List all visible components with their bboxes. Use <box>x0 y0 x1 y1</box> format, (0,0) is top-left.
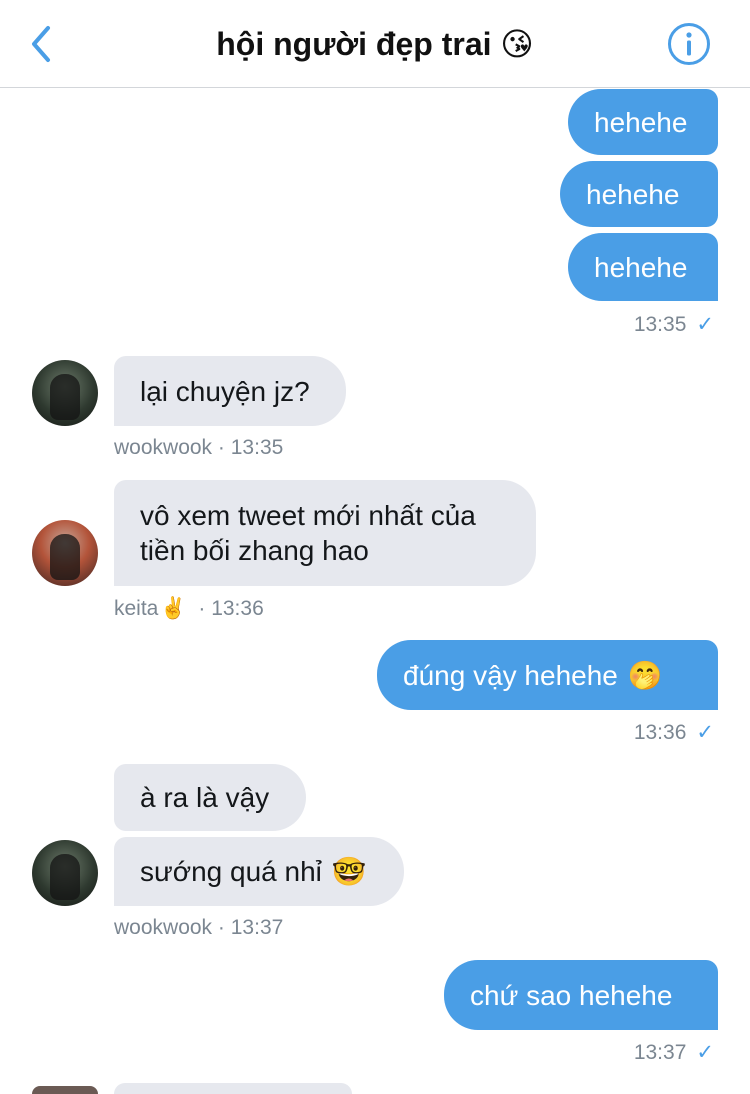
message-timestamp: 13:36 ✓ <box>634 720 714 746</box>
message-text: vô xem tweet mới nhất của tiền bối zhang… <box>140 500 476 566</box>
read-check-icon: ✓ <box>696 313 714 336</box>
time-text: 13:35 <box>633 313 687 336</box>
time-text: 13:35 <box>230 436 284 459</box>
message-text: à ra là vậy <box>140 782 270 813</box>
sent-message[interactable]: đúng vậy hehehe 🤭 <box>377 640 718 710</box>
title-emoji: 😘 <box>500 25 534 63</box>
avatar[interactable] <box>32 520 98 586</box>
sent-message[interactable]: chứ sao hehehe <box>444 960 718 1030</box>
read-check-icon: ✓ <box>696 721 714 744</box>
sender-name: wookwook <box>114 436 213 459</box>
received-message[interactable]: lại chuyện jz? <box>114 356 346 426</box>
message-timestamp: 13:37 ✓ <box>634 1040 714 1066</box>
message-timestamp: 13:35 ✓ <box>634 312 714 338</box>
message-text: hehehe <box>586 178 680 210</box>
message-sender-time: wookwook · 13:37 <box>114 915 283 941</box>
avatar[interactable] <box>32 840 98 906</box>
sent-message[interactable]: hehehe <box>560 161 718 227</box>
back-button[interactable] <box>22 22 62 66</box>
message-text: lại chuyện jz? <box>140 375 310 407</box>
title-text: hội người đẹp trai <box>216 26 492 62</box>
message-text: chứ sao hehehe <box>470 979 673 1011</box>
separator: · <box>217 436 225 459</box>
message-text: sướng quá nhỉ <box>140 856 322 887</box>
message-text: hehehe <box>594 106 688 138</box>
chevron-left-icon <box>32 26 50 62</box>
time-text: 13:37 <box>230 916 284 939</box>
conversation-title[interactable]: hội người đẹp trai 😘 <box>120 24 630 64</box>
sender-name: keita <box>114 597 159 620</box>
sent-message[interactable]: hehehe <box>568 89 718 155</box>
avatar[interactable] <box>32 360 98 426</box>
received-message[interactable]: vô xem tweet mới nhất của tiền bối zhang… <box>114 480 536 586</box>
info-circle-icon <box>668 23 710 65</box>
victory-hand-emoji: ✌️ <box>160 596 187 620</box>
nerd-face-emoji: 🤓 <box>331 855 367 888</box>
read-check-icon: ✓ <box>696 1041 714 1064</box>
separator: · <box>198 597 206 620</box>
time-text: 13:36 <box>633 721 687 744</box>
received-message[interactable]: à ra là vậy <box>114 764 306 831</box>
time-text: 13:37 <box>633 1041 687 1064</box>
message-text: đúng vậy hehehe <box>403 659 618 691</box>
message-text: hehehe <box>594 251 688 283</box>
separator: · <box>217 916 225 939</box>
message-sender-time: wookwook · 13:35 <box>114 435 283 461</box>
received-message-partial[interactable] <box>114 1083 352 1094</box>
received-message[interactable]: sướng quá nhỉ 🤓 <box>114 837 404 906</box>
conversation-header: hội người đẹp trai 😘 <box>0 0 750 88</box>
sent-message[interactable]: hehehe <box>568 233 718 301</box>
sender-name: wookwook <box>114 916 213 939</box>
info-button[interactable] <box>667 22 711 66</box>
message-sender-time: keita✌️ · 13:36 <box>114 595 264 622</box>
time-text: 13:36 <box>211 597 264 620</box>
hand-over-mouth-emoji: 🤭 <box>627 658 663 692</box>
avatar[interactable] <box>32 1086 98 1094</box>
